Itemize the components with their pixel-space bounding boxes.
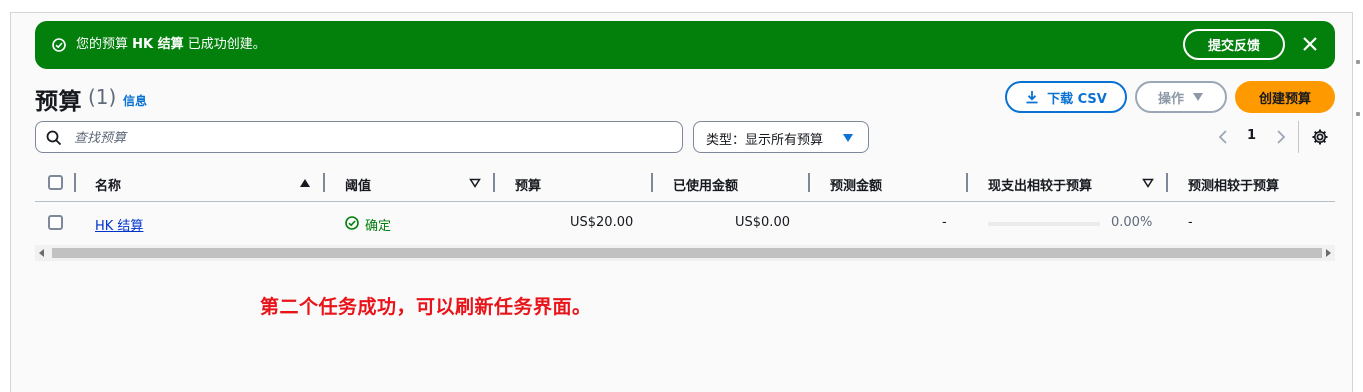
budget-name[interactable]: HK 结算 <box>95 219 143 234</box>
column-header-forecast-amount[interactable]: 预测金额 <box>830 175 882 194</box>
actions-button[interactable]: 操作 <box>1135 81 1227 113</box>
create-budget-button[interactable]: 创建预算 <box>1235 81 1335 113</box>
sort-ascending-icon[interactable] <box>299 178 311 188</box>
actual-vs-budget-percent: 0.00% <box>1111 215 1153 230</box>
search-field[interactable] <box>35 121 683 153</box>
close-icon[interactable] <box>1301 35 1319 53</box>
column-header-used-amount[interactable]: 已使用金额 <box>673 175 738 194</box>
actions-label: 操作 <box>1157 91 1184 107</box>
budget-name-link[interactable]: HK 结算 <box>95 215 143 234</box>
forecast-amount: - <box>942 215 947 230</box>
flash-budget-name: HK 结算 <box>132 37 184 52</box>
scroll-right-arrow-icon[interactable] <box>1325 249 1331 257</box>
scrollbar-thumb[interactable] <box>52 248 1322 258</box>
download-csv-label: 下载 CSV <box>1047 91 1107 107</box>
column-header-threshold[interactable]: 阈值 <box>345 175 371 194</box>
scroll-up-arrow[interactable] <box>1356 60 1360 64</box>
scroll-left-arrow-icon[interactable] <box>39 249 45 257</box>
download-icon <box>1026 91 1038 104</box>
column-resizer[interactable] <box>493 173 495 192</box>
check-circle-icon <box>52 38 66 52</box>
success-flashbar: 您的预算 HK 结算 已成功创建。 提交反馈 <box>35 21 1335 69</box>
chevron-left-icon[interactable] <box>1218 130 1228 144</box>
caret-down-icon <box>1193 93 1203 101</box>
right-scrollbar[interactable] <box>1352 12 1363 392</box>
column-separator <box>74 173 76 192</box>
info-link[interactable]: 信息 <box>123 92 147 109</box>
filter-label: 类型：显示所有预算 <box>706 133 824 148</box>
select-all-checkbox[interactable] <box>48 175 63 190</box>
used-amount: US$0.00 <box>735 215 790 230</box>
search-icon <box>46 130 62 146</box>
column-header-actual-vs-budget[interactable]: 现支出相较于预算 <box>988 175 1092 194</box>
sort-icon[interactable] <box>1142 178 1154 188</box>
submit-feedback-button[interactable]: 提交反馈 <box>1183 29 1285 60</box>
threshold-status: 确定 <box>365 219 392 234</box>
gear-icon[interactable] <box>1311 128 1329 146</box>
page-title: 预算 <box>35 89 82 115</box>
column-header-name[interactable]: 名称 <box>95 175 121 194</box>
column-resizer[interactable] <box>808 173 810 192</box>
chevron-right-icon[interactable] <box>1276 130 1286 144</box>
column-header-budget[interactable]: 预算 <box>515 175 541 194</box>
budget-count: (1) <box>88 85 117 109</box>
row-select-checkbox[interactable] <box>48 215 63 230</box>
column-header-forecast-vs-budget[interactable]: 预测相较于预算 <box>1188 175 1279 194</box>
flash-message: 您的预算 HK 结算 已成功创建。 <box>76 36 266 54</box>
window-top-edge <box>0 0 1363 13</box>
flash-message-suffix: 已成功创建。 <box>187 37 266 52</box>
column-resizer[interactable] <box>1166 173 1168 192</box>
budget-amount: US$20.00 <box>570 215 634 230</box>
annotation-text: 第二个任务成功，可以刷新任务界面。 <box>260 296 592 318</box>
left-panel-edge <box>0 12 11 392</box>
download-csv-button[interactable]: 下载 CSV <box>1005 81 1127 113</box>
caret-down-icon <box>843 134 853 142</box>
column-resizer[interactable] <box>323 173 325 192</box>
scroll-marker <box>1356 112 1360 116</box>
search-input[interactable] <box>72 127 676 149</box>
check-circle-icon <box>345 216 359 230</box>
pagination-divider <box>1298 121 1299 153</box>
forecast-vs-budget: - <box>1188 215 1193 230</box>
table-header-divider <box>35 201 1335 202</box>
actual-vs-budget-progress <box>988 222 1100 226</box>
horizontal-scrollbar[interactable] <box>35 245 1335 261</box>
flash-message-prefix: 您的预算 <box>76 37 129 52</box>
column-resizer[interactable] <box>651 173 653 192</box>
sort-icon[interactable] <box>469 178 481 188</box>
current-page-number[interactable]: 1 <box>1247 128 1256 143</box>
budget-type-filter[interactable]: 类型：显示所有预算 <box>693 121 869 153</box>
column-resizer[interactable] <box>966 173 968 192</box>
